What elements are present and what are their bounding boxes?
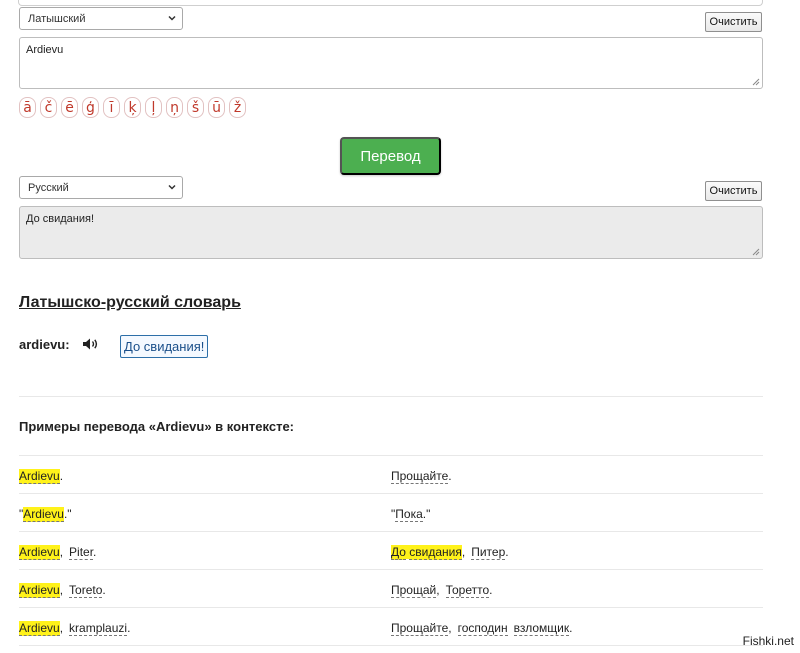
example-token[interactable]: Питер <box>471 545 506 560</box>
example-source: Ardievu. <box>19 469 64 484</box>
chevron-down-icon <box>167 182 177 192</box>
example-token[interactable]: господин <box>457 621 508 636</box>
target-language-select[interactable]: Русский <box>19 176 183 199</box>
target-text-value: До свидания! <box>26 213 95 225</box>
example-row: Ardievu, Toreto. Прощай, Торетто. <box>19 570 763 608</box>
dictionary-entry-word: ardievu: <box>19 337 70 352</box>
example-target: До свидания, Питер. <box>391 545 509 560</box>
char-key-e-macron[interactable]: ē <box>61 97 78 118</box>
example-token[interactable]: Piter <box>69 545 94 560</box>
char-key-g-cedilla[interactable]: ģ <box>82 97 99 118</box>
char-key-k-cedilla[interactable]: ķ <box>124 97 141 118</box>
example-row: "Ardievu." "Пока." <box>19 494 763 532</box>
example-token[interactable]: До <box>391 545 406 560</box>
example-token[interactable]: Ardievu <box>19 583 60 598</box>
example-target: Прощай, Торетто. <box>391 583 493 598</box>
example-target: Прощайте. <box>391 469 452 484</box>
example-token[interactable]: свидания <box>409 545 462 560</box>
char-key-u-macron[interactable]: ū <box>208 97 225 118</box>
target-language-value: Русский <box>28 181 69 194</box>
example-token[interactable]: Ardievu <box>23 507 64 522</box>
example-target: "Пока." <box>391 507 431 522</box>
divider <box>19 645 763 646</box>
dictionary-title-link[interactable]: Латышско-русский словарь <box>19 294 241 312</box>
resize-grip-icon[interactable] <box>752 78 760 86</box>
char-key-a-macron[interactable]: ā <box>19 97 36 118</box>
example-row: Ardievu, Piter. До свидания, Питер. <box>19 532 763 570</box>
watermark-text: Fishki.net <box>742 634 794 648</box>
resize-grip-icon[interactable] <box>752 248 760 256</box>
example-token[interactable]: Прощайте <box>391 621 449 636</box>
example-token[interactable]: взломщик <box>513 621 570 636</box>
dictionary-translation-chip[interactable]: До свидания! <box>120 335 209 358</box>
target-text-output[interactable]: До свидания! <box>19 206 763 259</box>
example-source: "Ardievu." <box>19 507 72 522</box>
source-language-value: Латышский <box>28 12 86 25</box>
target-clear-button[interactable]: Очистить <box>705 181 762 201</box>
example-source: Ardievu, Piter. <box>19 545 97 560</box>
divider <box>19 396 763 397</box>
example-target: Прощайте, господин взломщик. <box>391 621 573 636</box>
example-token[interactable]: Ardievu <box>19 469 60 484</box>
example-row: Ardievu. Прощайте. <box>19 456 763 494</box>
source-clear-button[interactable]: Очистить <box>705 12 762 32</box>
source-text-input[interactable]: Ardievu <box>19 37 763 89</box>
examples-heading: Примеры перевода «Ardievu» в контексте: <box>19 419 295 434</box>
previous-panel-edge <box>18 0 763 6</box>
example-source: Ardievu, Toreto. <box>19 583 106 598</box>
source-text-value: Ardievu <box>26 44 64 56</box>
example-token[interactable]: Прощайте <box>391 469 449 484</box>
example-token[interactable]: Пока <box>395 507 423 522</box>
example-token[interactable]: Прощай <box>391 583 437 598</box>
example-token[interactable]: kramplauzi <box>69 621 128 636</box>
example-token[interactable]: Ardievu <box>19 621 60 636</box>
example-token[interactable]: Ardievu <box>19 545 60 560</box>
special-chars-bar: ā č ē ģ ī ķ ļ ņ š ū ž <box>19 97 246 118</box>
char-key-z-caron[interactable]: ž <box>229 97 246 118</box>
chevron-down-icon <box>167 13 177 23</box>
example-token[interactable]: Toreto <box>69 583 103 598</box>
speaker-icon[interactable] <box>82 337 100 351</box>
char-key-s-caron[interactable]: š <box>187 97 204 118</box>
example-source: Ardievu, kramplauzi. <box>19 621 131 636</box>
example-token[interactable]: Торетто <box>445 583 490 598</box>
char-key-c-caron[interactable]: č <box>40 97 57 118</box>
char-key-i-macron[interactable]: ī <box>103 97 120 118</box>
translate-button[interactable]: Перевод <box>340 137 441 175</box>
example-row: Ardievu, kramplauzi. Прощайте, господин взл… <box>19 608 763 646</box>
source-language-select[interactable]: Латышский <box>19 7 183 30</box>
char-key-n-cedilla[interactable]: ņ <box>166 97 183 118</box>
char-key-l-cedilla[interactable]: ļ <box>145 97 162 118</box>
